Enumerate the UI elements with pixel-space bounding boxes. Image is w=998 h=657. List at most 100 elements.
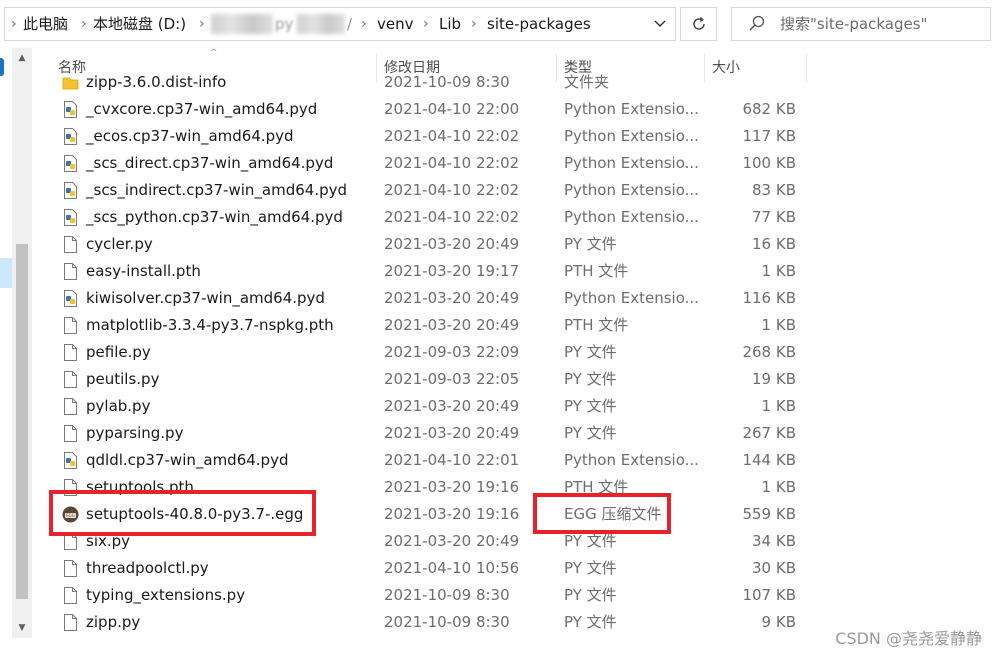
highlight-box-type <box>533 493 671 534</box>
file-size: 77 KB <box>752 208 796 226</box>
file-name: zipp.py <box>86 613 141 631</box>
file-type: Python Extensio... <box>564 154 699 172</box>
file-type: Python Extensio... <box>564 181 699 199</box>
file-row[interactable]: _ecos.cp37-win_amd64.pyd 2021-04-10 22:02… <box>50 123 810 150</box>
navigation-scrollbar[interactable]: ▲ ▼ <box>12 48 32 638</box>
chevron-right-icon[interactable]: › <box>11 8 17 40</box>
file-size: 19 KB <box>752 370 796 388</box>
file-name: cycler.py <box>86 235 153 253</box>
file-modified-date: 2021-04-10 22:02 <box>384 181 520 199</box>
file-row[interactable]: _scs_python.cp37-win_amd64.pyd 2021-04-10… <box>50 204 810 231</box>
file-row[interactable]: matplotlib-3.3.4-py3.7-nspkg.pth 2021-03-… <box>50 312 810 339</box>
file-row[interactable]: kiwisolver.cp37-win_amd64.pyd 2021-03-20 … <box>50 285 810 312</box>
file-row[interactable]: qdldl.cp37-win_amd64.pyd 2021-04-10 22:01… <box>50 447 810 474</box>
file-size: 83 KB <box>752 181 796 199</box>
file-row[interactable]: cycler.py 2021-03-20 20:49 PY 文件 16 KB <box>50 231 810 258</box>
file-size: 144 KB <box>742 451 796 469</box>
breadcrumb-venv[interactable]: venv <box>377 8 414 40</box>
file-type: PY 文件 <box>564 343 617 361</box>
file-modified-date: 2021-10-09 8:30 <box>384 613 510 631</box>
file-type: Python Extensio... <box>564 208 699 226</box>
breadcrumb-lib[interactable]: Lib <box>439 8 461 40</box>
nav-item-icon[interactable] <box>0 58 4 76</box>
file-modified-date: 2021-04-10 22:02 <box>384 208 520 226</box>
file-row[interactable]: pyparsing.py 2021-03-20 20:49 PY 文件 267 KB <box>50 420 810 447</box>
chevron-right-icon[interactable]: › <box>471 8 477 40</box>
file-name: easy-install.pth <box>86 262 201 280</box>
file-name: kiwisolver.cp37-win_amd64.pyd <box>86 289 325 307</box>
file-modified-date: 2021-04-10 22:02 <box>384 154 520 172</box>
file-size: 30 KB <box>752 559 796 577</box>
file-modified-date: 2021-03-20 19:17 <box>384 262 520 280</box>
nav-selected-item[interactable] <box>0 258 12 288</box>
file-row[interactable]: _scs_direct.cp37-win_amd64.pyd 2021-04-10… <box>50 150 810 177</box>
file-row[interactable]: easy-install.pth 2021-03-20 19:17 PTH 文件 1 … <box>50 258 810 285</box>
breadcrumb-site-packages[interactable]: site-packages <box>487 8 591 40</box>
file-modified-date: 2021-04-10 10:56 <box>384 559 520 577</box>
file-row[interactable]: _cvxcore.cp37-win_amd64.pyd 2021-04-10 22… <box>50 96 810 123</box>
sort-ascending-icon: ^ <box>210 48 218 58</box>
address-bar-row: › 此电脑 › 本地磁盘 (D:) › py / › venv › Lib › … <box>0 0 998 48</box>
file-size: 268 KB <box>742 343 796 361</box>
file-type: Python Extensio... <box>564 289 699 307</box>
scroll-down-arrow-icon[interactable]: ▼ <box>12 622 32 634</box>
scroll-up-arrow-icon[interactable]: ▲ <box>12 52 32 64</box>
file-icon <box>62 613 79 632</box>
file-icon <box>62 559 79 578</box>
file-icon <box>62 343 79 362</box>
file-icon <box>62 586 79 605</box>
file-type: PY 文件 <box>564 559 617 577</box>
file-name: qdldl.cp37-win_amd64.pyd <box>86 451 289 469</box>
file-name: zipp-3.6.0.dist-info <box>86 73 227 91</box>
file-type: PY 文件 <box>564 613 617 631</box>
folder-icon <box>62 73 79 92</box>
file-name: _scs_direct.cp37-win_amd64.pyd <box>86 154 334 172</box>
breadcrumb-local-disk-d[interactable]: 本地磁盘 (D:) <box>93 8 186 40</box>
file-icon <box>62 262 79 281</box>
file-size: 1 KB <box>761 478 796 496</box>
highlight-box-filename <box>49 490 316 536</box>
file-modified-date: 2021-04-10 22:02 <box>384 127 520 145</box>
file-row[interactable]: typing_extensions.py 2021-10-09 8:30 PY 文件… <box>50 582 810 609</box>
blurred-path-segment <box>297 14 345 34</box>
file-size: 16 KB <box>752 235 796 253</box>
refresh-button[interactable] <box>680 7 717 41</box>
scrollbar-thumb[interactable] <box>16 244 28 599</box>
file-icon <box>62 424 79 443</box>
search-input[interactable]: 搜索"site-packages" <box>731 7 991 41</box>
navigation-pane <box>0 48 12 657</box>
file-modified-date: 2021-10-09 8:30 <box>384 586 510 604</box>
file-modified-date: 2021-03-20 20:49 <box>384 532 520 550</box>
file-modified-date: 2021-04-10 22:01 <box>384 451 520 469</box>
file-row[interactable]: _scs_indirect.cp37-win_amd64.pyd 2021-04-… <box>50 177 810 204</box>
file-row[interactable]: threadpoolctl.py 2021-04-10 10:56 PY 文件 30 … <box>50 555 810 582</box>
blurred-path-segment <box>211 14 273 34</box>
file-list: ^ 名称 修改日期 类型 大小 zipp-3.6.0.dist-info 2021… <box>50 48 810 638</box>
file-modified-date: 2021-03-20 20:49 <box>384 316 520 334</box>
file-modified-date: 2021-09-03 22:05 <box>384 370 520 388</box>
file-size: 559 KB <box>742 505 796 523</box>
file-name: threadpoolctl.py <box>86 559 209 577</box>
file-size: 1 KB <box>761 397 796 415</box>
python-file-icon <box>62 289 79 308</box>
file-type: Python Extensio... <box>564 451 699 469</box>
file-modified-date: 2021-03-20 20:49 <box>384 235 520 253</box>
file-size: 9 KB <box>761 613 796 631</box>
address-bar[interactable]: › 此电脑 › 本地磁盘 (D:) › py / › venv › Lib › … <box>4 7 676 41</box>
file-row[interactable]: pylab.py 2021-03-20 20:49 PY 文件 1 KB <box>50 393 810 420</box>
chevron-right-icon[interactable]: › <box>199 8 205 40</box>
file-row[interactable]: peutils.py 2021-09-03 22:05 PY 文件 19 KB <box>50 366 810 393</box>
chevron-right-icon[interactable]: › <box>81 8 87 40</box>
watermark: CSDN @尧尧爱静静 <box>835 629 982 648</box>
file-name: pyparsing.py <box>86 424 184 442</box>
file-row[interactable]: zipp-3.6.0.dist-info 2021-10-09 8:30 文件夹 <box>50 69 810 96</box>
file-name: _scs_python.cp37-win_amd64.pyd <box>86 208 343 226</box>
breadcrumb-this-pc[interactable]: 此电脑 <box>23 8 68 40</box>
address-dropdown-chevron-down-icon[interactable] <box>645 8 675 40</box>
file-type: PY 文件 <box>564 586 617 604</box>
file-row[interactable]: pefile.py 2021-09-03 22:09 PY 文件 268 KB <box>50 339 810 366</box>
chevron-right-icon[interactable]: › <box>361 8 367 40</box>
file-size <box>710 69 796 96</box>
chevron-right-icon[interactable]: › <box>423 8 429 40</box>
file-row[interactable]: zipp.py 2021-10-09 8:30 PY 文件 9 KB <box>50 609 810 636</box>
